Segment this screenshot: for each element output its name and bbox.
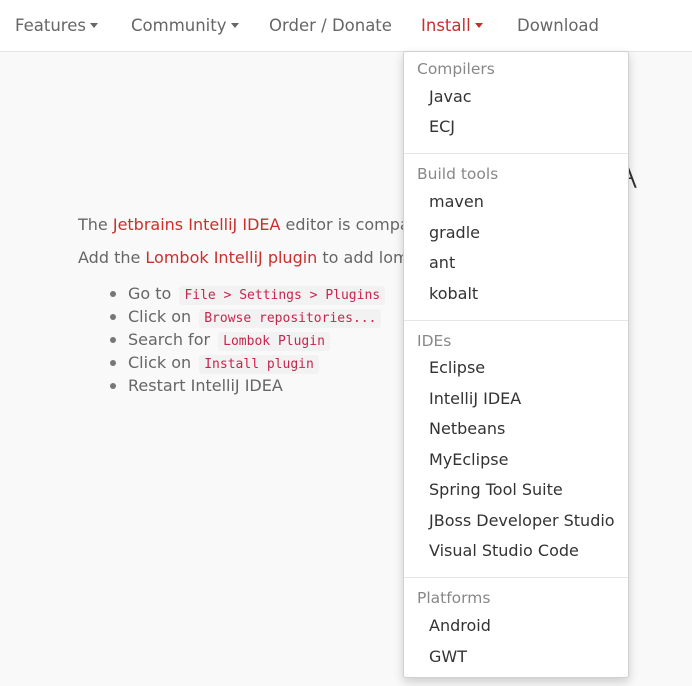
menu-item-myeclipse[interactable]: MyEclipse bbox=[429, 450, 508, 469]
step-text: Go to bbox=[128, 284, 172, 303]
step-text: Search for bbox=[128, 330, 211, 349]
nav-install[interactable]: Install bbox=[421, 16, 483, 36]
list-item: Click on Install plugin bbox=[108, 351, 385, 374]
menu-item-maven[interactable]: maven bbox=[429, 192, 484, 211]
menu-item-android[interactable]: Android bbox=[429, 616, 491, 635]
nav-order-donate-label: Order / Donate bbox=[269, 16, 392, 35]
list-item: Go to File > Settings > Plugins bbox=[108, 282, 386, 305]
install-dropdown-menu: Compilers Javac ECJ Build tools maven gr… bbox=[403, 51, 629, 678]
install-steps-list: Go to File > Settings > Plugins Click on… bbox=[108, 282, 386, 397]
nav-features[interactable]: Features bbox=[15, 16, 98, 36]
bullet-icon bbox=[110, 360, 116, 366]
lombok-plugin-link[interactable]: Lombok IntelliJ plugin bbox=[145, 248, 317, 267]
caret-down-icon bbox=[230, 23, 239, 28]
nav-order-donate[interactable]: Order / Donate bbox=[269, 16, 392, 36]
menu-item-visual-studio-code[interactable]: Visual Studio Code bbox=[429, 541, 579, 560]
caret-down-icon bbox=[89, 23, 98, 28]
nav-community-label: Community bbox=[131, 16, 227, 35]
step-code: Browse repositories... bbox=[199, 309, 382, 328]
plugin-paragraph: Add the Lombok IntelliJ plugin to add lo… bbox=[78, 247, 429, 269]
dropdown-header-build-tools: Build tools bbox=[417, 165, 499, 183]
intro-prefix: The bbox=[78, 215, 113, 234]
dropdown-header-platforms: Platforms bbox=[417, 589, 491, 607]
bullet-icon bbox=[110, 291, 116, 297]
menu-item-intellij-idea[interactable]: IntelliJ IDEA bbox=[429, 389, 521, 408]
menu-item-ecj[interactable]: ECJ bbox=[429, 117, 455, 136]
bullet-icon bbox=[110, 383, 116, 389]
jetbrains-intellij-link[interactable]: Jetbrains IntelliJ IDEA bbox=[113, 215, 281, 234]
menu-item-gradle[interactable]: gradle bbox=[429, 223, 480, 242]
menu-item-eclipse[interactable]: Eclipse bbox=[429, 358, 485, 377]
nav-community[interactable]: Community bbox=[131, 16, 239, 36]
list-item: Restart IntelliJ IDEA bbox=[108, 374, 385, 397]
nav-download-label: Download bbox=[517, 16, 600, 35]
nav-install-label: Install bbox=[421, 16, 471, 35]
bullet-icon bbox=[110, 314, 116, 320]
top-navbar: Features Community Order / Donate Instal… bbox=[0, 0, 692, 52]
step-code: Install plugin bbox=[199, 355, 319, 374]
caret-down-icon bbox=[474, 23, 483, 28]
step-code: File > Settings > Plugins bbox=[179, 286, 386, 305]
dropdown-divider bbox=[404, 577, 628, 578]
menu-item-jboss-developer-studio[interactable]: JBoss Developer Studio bbox=[429, 511, 615, 530]
nav-features-label: Features bbox=[15, 16, 86, 35]
nav-download[interactable]: Download bbox=[517, 16, 599, 36]
intro-paragraph: The Jetbrains IntelliJ IDEA editor is co… bbox=[78, 214, 431, 236]
dropdown-header-ides: IDEs bbox=[417, 332, 452, 350]
menu-item-netbeans[interactable]: Netbeans bbox=[429, 419, 505, 438]
menu-item-ant[interactable]: ant bbox=[429, 253, 455, 272]
plugin-prefix: Add the bbox=[78, 248, 146, 267]
step-text: Click on bbox=[128, 307, 192, 326]
menu-item-kobalt[interactable]: kobalt bbox=[429, 284, 478, 303]
dropdown-header-compilers: Compilers bbox=[417, 60, 495, 78]
list-item: Click on Browse repositories... bbox=[108, 305, 385, 328]
bullet-icon bbox=[110, 337, 116, 343]
step-text: Restart IntelliJ IDEA bbox=[128, 376, 283, 395]
menu-item-gwt[interactable]: GWT bbox=[429, 647, 467, 666]
dropdown-divider bbox=[404, 153, 628, 154]
step-code: Lombok Plugin bbox=[218, 332, 330, 351]
list-item: Search for Lombok Plugin bbox=[108, 328, 385, 351]
dropdown-divider bbox=[404, 320, 628, 321]
menu-item-spring-tool-suite[interactable]: Spring Tool Suite bbox=[429, 480, 563, 499]
menu-item-javac[interactable]: Javac bbox=[429, 87, 472, 106]
step-text: Click on bbox=[128, 353, 192, 372]
